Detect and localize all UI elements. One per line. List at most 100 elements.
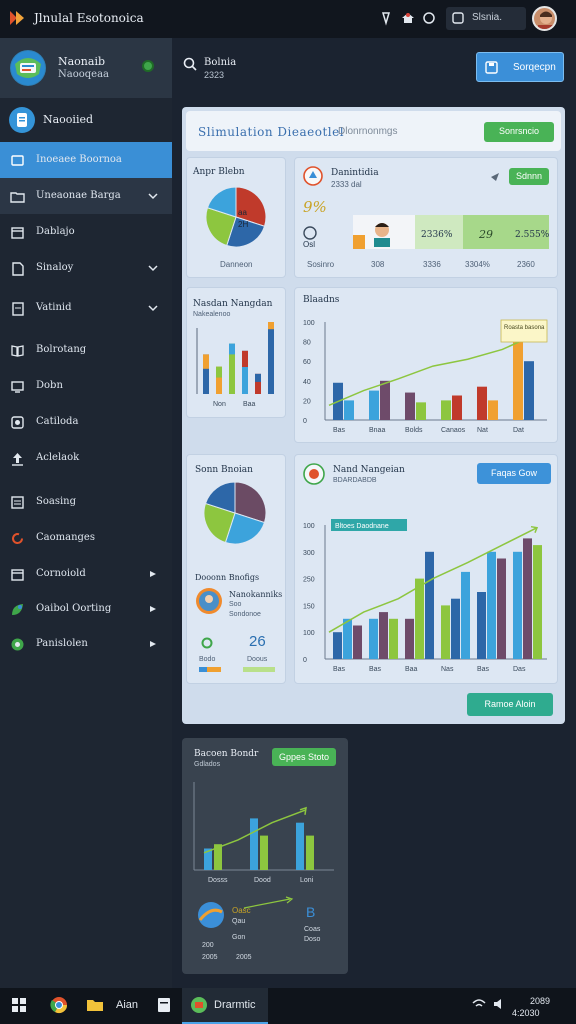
- dark-card-button[interactable]: Gppes Stoto: [272, 748, 336, 766]
- sidebar-item-label: Vatinid: [36, 302, 72, 313]
- sidebar-item-2[interactable]: Uneaonae Barga: [0, 178, 172, 214]
- chevron-right-icon[interactable]: [148, 569, 158, 579]
- dark-right-label: Coas: [304, 926, 321, 933]
- sidebar-item-10[interactable]: Soasing: [0, 484, 172, 520]
- bar-segment: [242, 350, 248, 367]
- y-tick-label: 100: [303, 630, 315, 637]
- document-icon: [9, 107, 35, 133]
- kpi-green-button[interactable]: Sdnnn: [509, 168, 549, 185]
- home-icon[interactable]: [400, 10, 416, 26]
- dark-footer-value: Qau: [232, 918, 246, 925]
- sidebar-item-12[interactable]: Cornoiold: [0, 556, 172, 592]
- search-box[interactable]: Slsnia.: [446, 7, 526, 30]
- clock-time[interactable]: 2089: [530, 996, 550, 1006]
- person-avatar-icon: [374, 223, 390, 247]
- document-icon[interactable]: [155, 996, 173, 1014]
- dark-card-button-label: Gppes Stoto: [278, 752, 330, 762]
- chevron-down-icon[interactable]: [148, 263, 158, 273]
- bar: [405, 618, 414, 659]
- chevron-right-icon[interactable]: [148, 639, 158, 649]
- header-action-button[interactable]: Sorqecpn: [476, 52, 564, 82]
- x-tick-label: Loni: [300, 877, 314, 884]
- search-icon[interactable]: [183, 57, 197, 71]
- sidebar-item-4[interactable]: Sinaloy: [0, 250, 172, 286]
- y-tick-label: 0: [303, 657, 307, 664]
- bar: [513, 551, 522, 659]
- profile-header[interactable]: Naonaib Naooqeaa: [0, 38, 172, 98]
- x-tick-label: Non: [213, 401, 226, 408]
- pie-card[interactable]: Anpr Blebn aa 2H Danneon: [186, 157, 286, 278]
- sidebar-item-11[interactable]: Caomanges: [0, 520, 172, 556]
- dark-footer-value: Gon: [232, 934, 246, 941]
- y-tick-label: 60: [303, 359, 311, 366]
- sidebar-section-header[interactable]: Naooiied: [0, 100, 172, 138]
- sidebar-item-13[interactable]: Oaibol Oorting: [0, 591, 172, 627]
- bar: [344, 400, 354, 420]
- chevron-down-icon[interactable]: [148, 191, 158, 201]
- combo-card-title: Blaadns: [303, 295, 340, 305]
- sidebar-item-9[interactable]: Aclelaok: [0, 440, 172, 476]
- x-tick-label: Baa: [405, 666, 418, 673]
- bar: [369, 618, 378, 659]
- combo-chart-card-2[interactable]: Nand Nangeian BDARDABDB Faqas Gow 100 300…: [294, 454, 558, 684]
- sidebar-item-8[interactable]: Catiloda: [0, 404, 172, 440]
- sidebar-item-5[interactable]: Vatinid: [0, 290, 172, 326]
- sidebar-item-14[interactable]: Panislolen: [0, 626, 172, 662]
- sidebar-item-3[interactable]: Dablajo: [0, 214, 172, 250]
- pie2-legend-name: Nanokanniks: [229, 590, 283, 599]
- kpi-footer-value: 2360: [517, 260, 535, 269]
- taskbar-active-app[interactable]: Drarmtic: [182, 988, 268, 1024]
- search-text: Slsnia.: [472, 12, 503, 23]
- chevron-down-icon[interactable]: [148, 303, 158, 313]
- dark-footer-value: 2005: [236, 954, 252, 961]
- chevron-right-icon[interactable]: [148, 604, 158, 614]
- pie-card-2[interactable]: Sonn Bnoian Dooonn Bnofigs Nanokanniks S…: [186, 454, 286, 684]
- taskbar-item-label[interactable]: Aian: [116, 999, 138, 1011]
- volume-icon[interactable]: [492, 997, 506, 1011]
- kpi-card[interactable]: Danintidia 2333 dal Sdnnn 9% Osl 2336% 2…: [294, 157, 558, 278]
- pie2-kpi-value: 26: [249, 633, 266, 650]
- header-action-label: Sorqecpn: [513, 62, 556, 73]
- sidebar: Naonaib Naooqeaa Naooiied Inoeaee Boorno…: [0, 38, 172, 988]
- circle-icon[interactable]: [421, 10, 437, 26]
- kpi-bar: [199, 667, 221, 672]
- sidebar-item-label: Dobn: [36, 380, 63, 391]
- start-icon[interactable]: [10, 996, 28, 1014]
- wifi-icon[interactable]: [472, 997, 486, 1011]
- sidebar-item-label: Panislolen: [36, 638, 88, 649]
- y-tick-label: 100: [303, 523, 315, 530]
- sidebar-item-1[interactable]: Inoeaee Boornoa: [0, 142, 172, 178]
- combo2-button[interactable]: Faqas Gow: [477, 463, 551, 484]
- bar-card[interactable]: Nasdan Nangdan Nakealenoo Non Baa: [186, 287, 286, 418]
- y-tick-label: 80: [303, 340, 311, 347]
- main-footer-button[interactable]: Ramoe Aloin: [467, 693, 553, 716]
- taskbar-active-label: Drarmtic: [214, 999, 256, 1011]
- brightness-icon[interactable]: [378, 10, 394, 26]
- x-tick-label: Dood: [254, 877, 271, 884]
- x-tick-label: Canaos: [441, 427, 466, 434]
- avatar[interactable]: [532, 6, 557, 31]
- bar: [416, 402, 426, 420]
- folder-icon[interactable]: [86, 996, 104, 1014]
- profile-name: Naonaib: [58, 55, 106, 68]
- main-header-button[interactable]: Sonrsncio: [484, 122, 554, 142]
- bar-segment: [255, 373, 261, 382]
- browser-icon[interactable]: [50, 996, 68, 1014]
- kpi-value-2: 29: [479, 228, 493, 241]
- bar: [405, 392, 415, 420]
- sidebar-item-7[interactable]: Dobn: [0, 368, 172, 404]
- combo-chart-card[interactable]: Blaadns 100 80 60 40 20 0 Bas Bnaa Bolds Canaos Na…: [294, 287, 558, 443]
- dark-chart-card[interactable]: Bacoen Bondr Gdlados Gppes Stoto Dosss Do…: [182, 738, 348, 974]
- settings-icon: [11, 416, 24, 429]
- bar: [425, 551, 434, 659]
- pie-slice-label: 2H: [238, 220, 248, 229]
- sidebar-item-6[interactable]: Bolrotang: [0, 332, 172, 368]
- kpi-footer-value: 3304%: [465, 260, 490, 269]
- pie-chart-2: [203, 481, 267, 545]
- x-tick-label: Nat: [477, 427, 488, 434]
- combo2-subtitle: BDARDABDB: [333, 477, 377, 484]
- dark-footer-value: 200: [202, 942, 214, 949]
- x-tick-label: Bas: [333, 427, 346, 434]
- pin-icon[interactable]: [489, 171, 501, 183]
- bar-card-subtitle: Nakealenoo: [193, 311, 231, 318]
